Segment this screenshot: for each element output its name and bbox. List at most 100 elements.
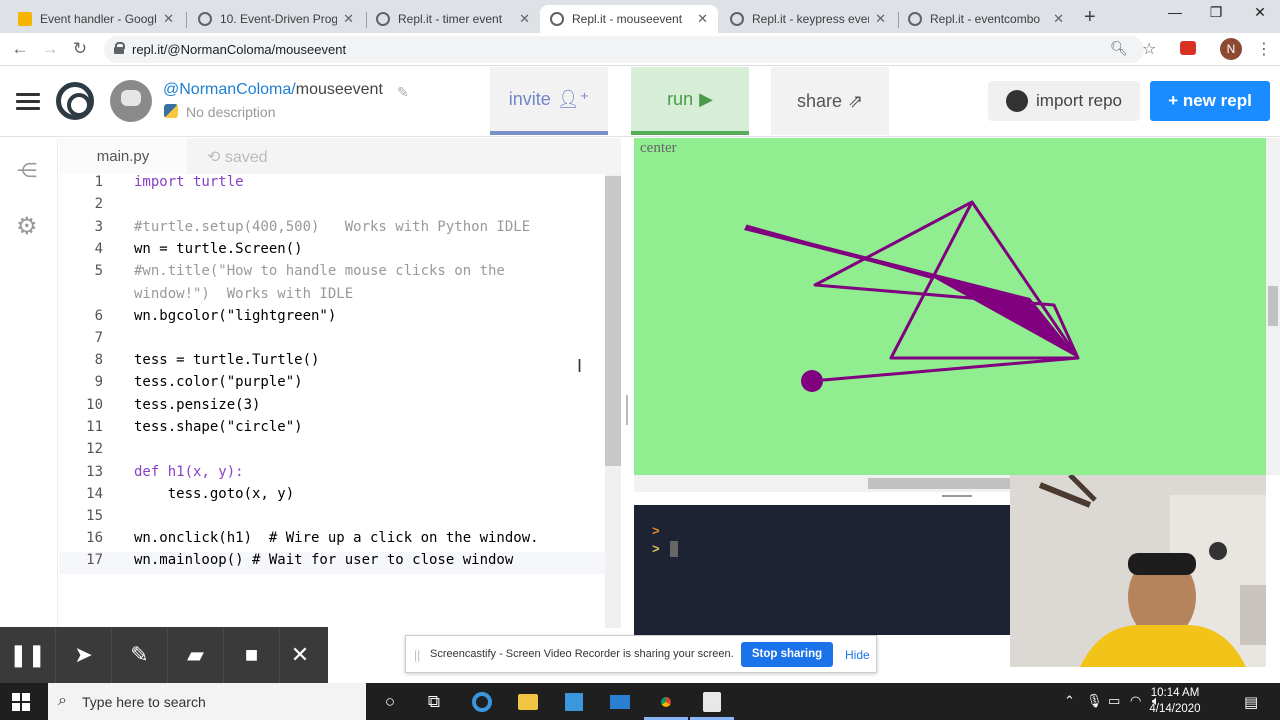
user-avatar[interactable] (110, 80, 152, 122)
mail-icon[interactable] (606, 689, 634, 715)
pencil-icon[interactable]: ✎ (397, 84, 409, 101)
canvas-horizontal-scroll-thumb[interactable] (868, 478, 1010, 489)
code-line[interactable]: 14 tess.goto(x, y) (59, 486, 605, 508)
close-icon[interactable]: ✕ (272, 627, 328, 683)
python-idle-icon[interactable] (698, 689, 726, 715)
code-text[interactable]: #wn.title("How to handle mouse clicks on… (134, 263, 505, 279)
address-bar[interactable]: repl.it/@NormanColoma/mouseevent 🔍︎ ☆ (104, 36, 1156, 63)
code-line[interactable]: 15 (59, 508, 605, 530)
profile-avatar[interactable]: N (1220, 38, 1242, 60)
console-panel[interactable]: > > (634, 505, 1010, 635)
minimize-icon[interactable]: — (1155, 4, 1195, 20)
reload-icon[interactable]: ↻ (70, 39, 90, 59)
url-text[interactable]: repl.it/@NormanColoma/mouseevent (132, 42, 346, 57)
windows-start-icon[interactable] (12, 693, 30, 711)
canvas-vertical-scroll-thumb[interactable] (1268, 286, 1278, 326)
microphone-icon[interactable]: 🎙︎ (1086, 693, 1103, 709)
window-close-icon[interactable]: ✕ (1240, 4, 1280, 21)
code-line[interactable]: 1 import turtle (59, 174, 605, 196)
code-line[interactable]: 8 tess = turtle.Turtle() (59, 352, 605, 374)
code-text[interactable]: tess.color("purple") (134, 374, 303, 390)
code-line-current[interactable]: 17 wn.mainloop() # Wait for user to close… (59, 552, 605, 574)
code-text[interactable]: tess.shape("circle") (134, 419, 303, 435)
code-line[interactable]: 6 wn.bgcolor("lightgreen") (59, 308, 605, 330)
code-line[interactable]: 13 def h1(x, y): (59, 464, 605, 486)
invite-button[interactable]: invite 👤︎⁺ (490, 67, 608, 135)
code-line[interactable]: 10 tess.pensize(3) (59, 397, 605, 419)
share-button[interactable]: share ⇗ (771, 67, 889, 135)
pen-icon[interactable]: ✎ (112, 627, 168, 683)
import-repo-button[interactable]: import repo (988, 81, 1140, 121)
screencastify-extension-icon[interactable] (1180, 41, 1196, 55)
more-menu-icon[interactable]: ⋮ (1256, 39, 1272, 59)
code-text[interactable]: wn.mainloop() # Wait for user to close w… (134, 552, 513, 568)
new-repl-button[interactable]: + new repl (1150, 81, 1270, 121)
cortana-icon[interactable]: ○ (376, 689, 404, 715)
file-tab-main-py[interactable]: main.py (59, 138, 187, 174)
run-button[interactable]: run ▶ (631, 67, 749, 135)
drag-handle-icon[interactable]: || (414, 648, 420, 662)
code-text[interactable]: import turtle (134, 174, 244, 190)
notifications-icon[interactable]: ▤ (1244, 693, 1258, 711)
console-resize-grip[interactable] (942, 495, 972, 497)
hide-banner-button[interactable]: Hide (845, 648, 870, 662)
code-text[interactable]: #turtle.setup(400,500) Works with Python… (134, 219, 530, 235)
browser-tab-active[interactable]: Repl.it - mouseevent ✕ (540, 5, 718, 33)
browser-tab[interactable]: Repl.it - keypress event ✕ (720, 5, 896, 33)
close-icon[interactable]: ✕ (875, 11, 886, 27)
edge-icon[interactable] (468, 689, 496, 715)
code-line-wrap[interactable]: window!") Works with IDLE (59, 286, 605, 308)
hamburger-menu-icon[interactable] (16, 93, 40, 111)
browser-tab[interactable]: Repl.it - eventcombo ✕ (898, 5, 1074, 33)
code-line[interactable]: 2 (59, 196, 605, 218)
close-icon[interactable]: ✕ (163, 11, 174, 27)
pane-splitter[interactable] (626, 395, 628, 425)
code-text[interactable]: def h1(x, y): (134, 464, 244, 480)
replit-logo-icon[interactable] (56, 82, 94, 120)
clock-time[interactable]: 10:14 AM (1140, 687, 1210, 699)
code-editor[interactable]: 1 import turtle 2 3 #turtle.setup(400,500)… (59, 174, 605, 628)
code-text[interactable]: tess.goto(x, y) (134, 486, 294, 502)
code-text[interactable]: tess.pensize(3) (134, 397, 260, 413)
code-line[interactable]: 3 #turtle.setup(400,500) Works with Pytho… (59, 219, 605, 241)
repl-description[interactable]: No description (186, 104, 276, 120)
code-line[interactable]: 7 (59, 330, 605, 352)
chevron-up-icon[interactable]: ⌃ (1064, 693, 1075, 709)
cursor-pointer-icon[interactable]: ➤ (56, 627, 112, 683)
stop-sharing-button[interactable]: Stop sharing (741, 642, 833, 667)
lock-icon[interactable] (114, 42, 125, 54)
pause-icon[interactable]: ❚❚ (0, 627, 56, 683)
close-icon[interactable]: ✕ (697, 11, 708, 27)
task-view-icon[interactable]: ⧉ (420, 689, 448, 715)
chrome-icon[interactable] (652, 689, 680, 715)
browser-tab[interactable]: 10. Event-Driven Progra ✕ (188, 5, 364, 33)
close-icon[interactable]: ✕ (1053, 11, 1064, 27)
code-text[interactable]: wn = turtle.Screen() (134, 241, 303, 257)
battery-icon[interactable]: ▭ (1108, 693, 1120, 709)
bookmark-star-icon[interactable]: ☆ (1142, 39, 1156, 59)
back-icon[interactable]: ← (10, 39, 30, 59)
taskbar-search-box[interactable]: ⌕ Type here to search (48, 683, 366, 720)
repl-name[interactable]: mouseevent (296, 81, 383, 98)
gear-icon[interactable]: ⚙ (16, 212, 38, 241)
code-line[interactable]: 4 wn = turtle.Screen() (59, 241, 605, 263)
editor-scrollbar-thumb[interactable] (605, 176, 621, 466)
code-text[interactable]: wn.bgcolor("lightgreen") (134, 308, 336, 324)
forward-icon[interactable]: → (40, 39, 60, 59)
code-line[interactable]: 16 wn.onclick(h1) # Wire up a click on th… (59, 530, 605, 552)
code-line[interactable]: 9 tess.color("purple") (59, 374, 605, 396)
eraser-icon[interactable]: ▰ (168, 627, 224, 683)
browser-tab[interactable]: Repl.it - timer event ✕ (366, 5, 540, 33)
code-text[interactable]: tess = turtle.Turtle() (134, 352, 319, 368)
clock-date[interactable]: 4/14/2020 (1140, 703, 1210, 715)
code-text[interactable]: wn.onclick(h1) # Wire up a click on the … (134, 530, 539, 546)
code-line[interactable]: 11 tess.shape("circle") (59, 419, 605, 441)
code-line[interactable]: 12 (59, 441, 605, 463)
code-line[interactable]: 5 #wn.title("How to handle mouse clicks o… (59, 263, 605, 285)
store-icon[interactable] (560, 689, 588, 715)
new-tab-icon[interactable]: + (1084, 6, 1096, 29)
zoom-icon[interactable]: 🔍︎ (1110, 40, 1128, 57)
repl-owner[interactable]: @NormanColoma/ (163, 81, 296, 98)
restore-icon[interactable]: ❐ (1196, 4, 1236, 21)
close-icon[interactable]: ✕ (343, 11, 354, 27)
